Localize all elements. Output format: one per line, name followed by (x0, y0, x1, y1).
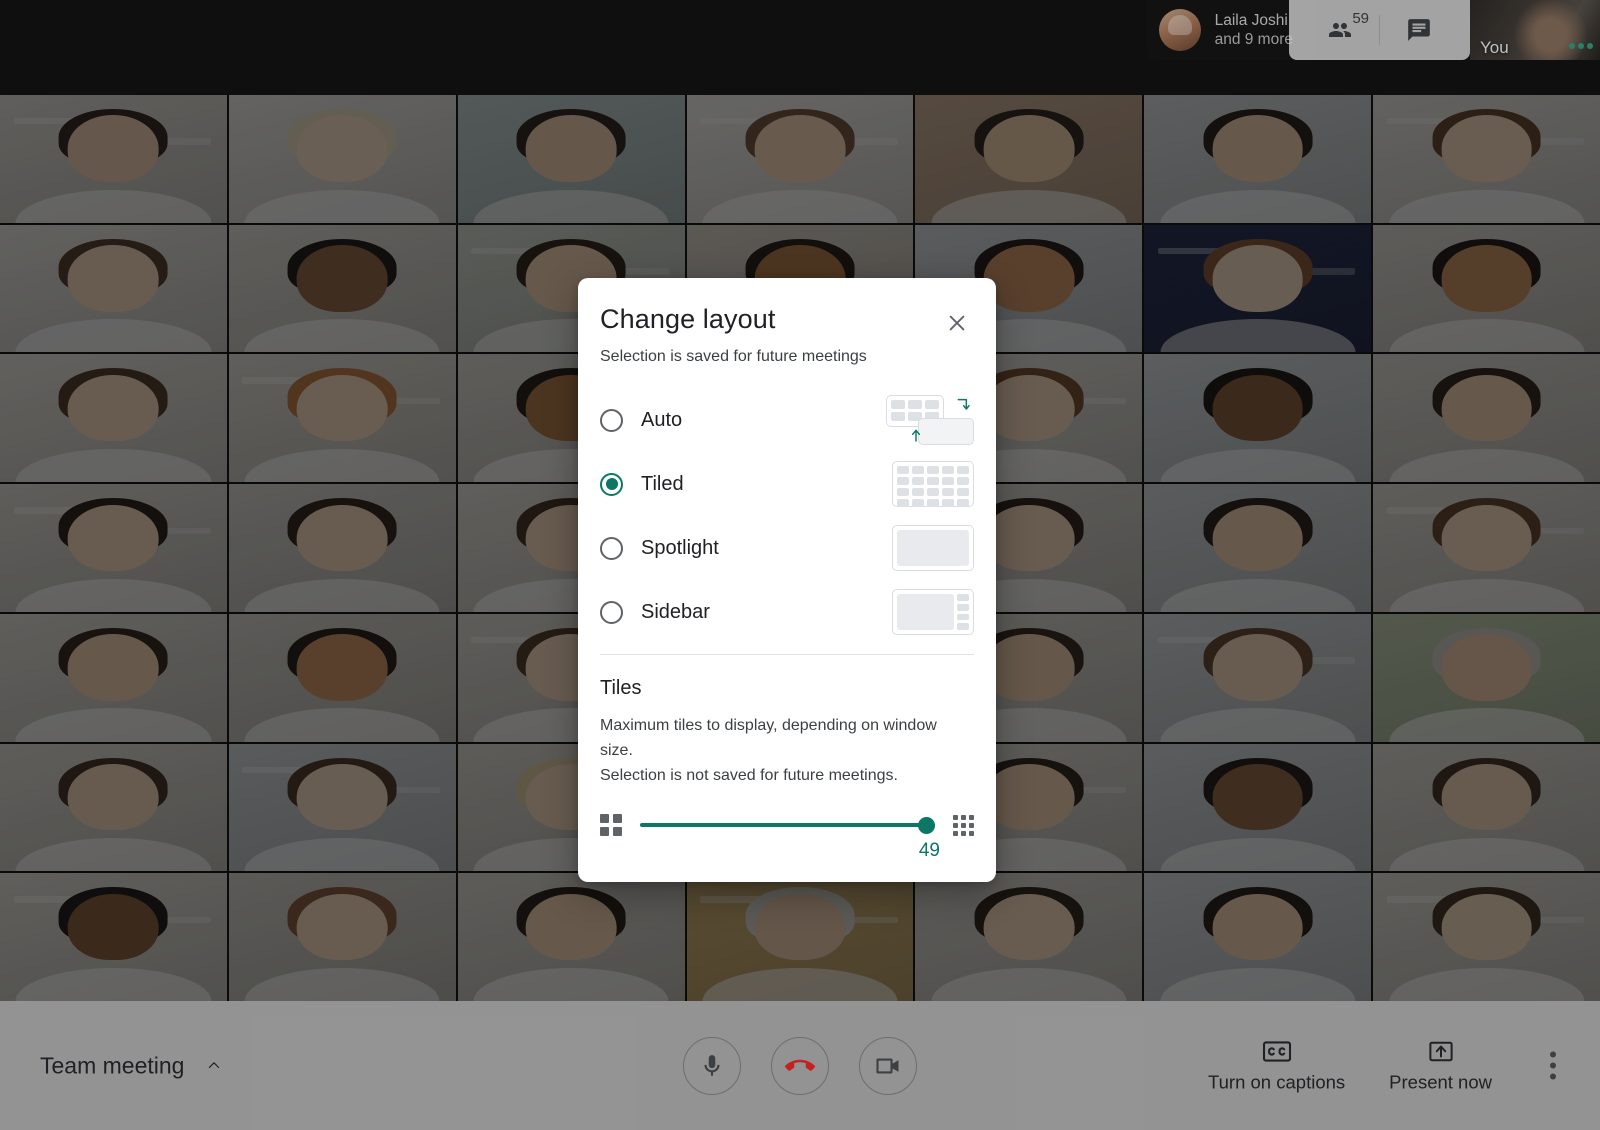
tiles-description-line2: Selection is not saved for future meetin… (600, 766, 898, 784)
meeting-info-button[interactable]: Team meeting (40, 1052, 226, 1079)
arrow-down-right-icon (957, 398, 970, 410)
radio-tiled[interactable] (600, 472, 623, 496)
tiles-slider-value: 49 (918, 840, 940, 862)
end-call-icon (785, 1059, 815, 1071)
tiles-description: Maximum tiles to display, depending on w… (600, 714, 974, 788)
call-controls (683, 1036, 917, 1095)
more-options-icon (1550, 1051, 1556, 1058)
close-button[interactable] (940, 306, 974, 340)
sidebar-layout-thumbnail (886, 587, 974, 637)
slider-knob[interactable] (918, 817, 935, 835)
grid-3x3-icon (953, 814, 974, 836)
tiles-slider[interactable] (640, 815, 935, 835)
tiles-description-line1: Maximum tiles to display, depending on w… (600, 717, 937, 759)
layout-options-list: Auto Tiled Spotlight Sidebar (600, 388, 974, 644)
radio-auto[interactable] (600, 408, 623, 432)
present-now-button[interactable]: Present now (1389, 1038, 1492, 1093)
layout-option-sidebar[interactable]: Sidebar (600, 580, 974, 644)
change-layout-dialog: Change layout Selection is saved for fut… (578, 278, 996, 883)
close-icon (949, 315, 965, 331)
layout-option-tiled[interactable]: Tiled (600, 452, 974, 516)
camera-icon (876, 1058, 899, 1073)
more-options-button[interactable] (1536, 1042, 1570, 1090)
grid-2x2-icon (600, 814, 622, 837)
layout-option-spotlight[interactable]: Spotlight (600, 516, 974, 580)
layout-option-label: Tiled (641, 472, 684, 495)
meet-app-window: Laila Joshi and 9 more 59 You Change lay… (0, 0, 1600, 1130)
spotlight-layout-thumbnail (886, 523, 974, 573)
auto-spotlight-preview (918, 418, 974, 445)
layout-option-label: Spotlight (641, 536, 719, 559)
dialog-title: Change layout (600, 304, 776, 334)
spotlight-preview (892, 525, 974, 571)
auto-layout-thumbnail (886, 395, 974, 445)
dialog-subtitle: Selection is saved for future meetings (600, 348, 867, 365)
radio-sidebar[interactable] (600, 600, 623, 624)
right-toolbar-actions: Turn on captions Present now (1208, 1038, 1570, 1093)
present-screen-icon (1428, 1041, 1453, 1061)
captions-button[interactable]: Turn on captions (1208, 1038, 1345, 1093)
layout-option-label: Auto (641, 408, 683, 431)
meeting-name-label: Team meeting (40, 1052, 185, 1078)
dialog-header: Change layout (600, 304, 974, 340)
camera-button[interactable] (859, 1036, 917, 1095)
microphone-icon (704, 1054, 720, 1076)
tiled-grid-preview (892, 461, 974, 507)
end-call-button[interactable] (771, 1036, 829, 1095)
sidebar-preview (892, 589, 974, 635)
tiles-heading: Tiles (600, 677, 642, 699)
present-now-label: Present now (1389, 1071, 1492, 1092)
tiles-section: Tiles Maximum tiles to display, dependin… (600, 655, 974, 862)
mic-button[interactable] (683, 1036, 741, 1095)
chevron-up-icon (209, 1062, 220, 1069)
tiles-slider-row (600, 814, 974, 837)
closed-captions-icon (1262, 1040, 1291, 1062)
bottom-toolbar: Team meeting Turn on captions Present no… (0, 1001, 1600, 1130)
layout-option-label: Sidebar (641, 600, 710, 623)
tiled-layout-thumbnail (886, 459, 974, 509)
arrow-up-icon (911, 429, 921, 442)
radio-spotlight[interactable] (600, 536, 623, 560)
slider-track (640, 823, 935, 828)
layout-option-auto[interactable]: Auto (600, 388, 974, 452)
captions-label: Turn on captions (1208, 1071, 1346, 1092)
